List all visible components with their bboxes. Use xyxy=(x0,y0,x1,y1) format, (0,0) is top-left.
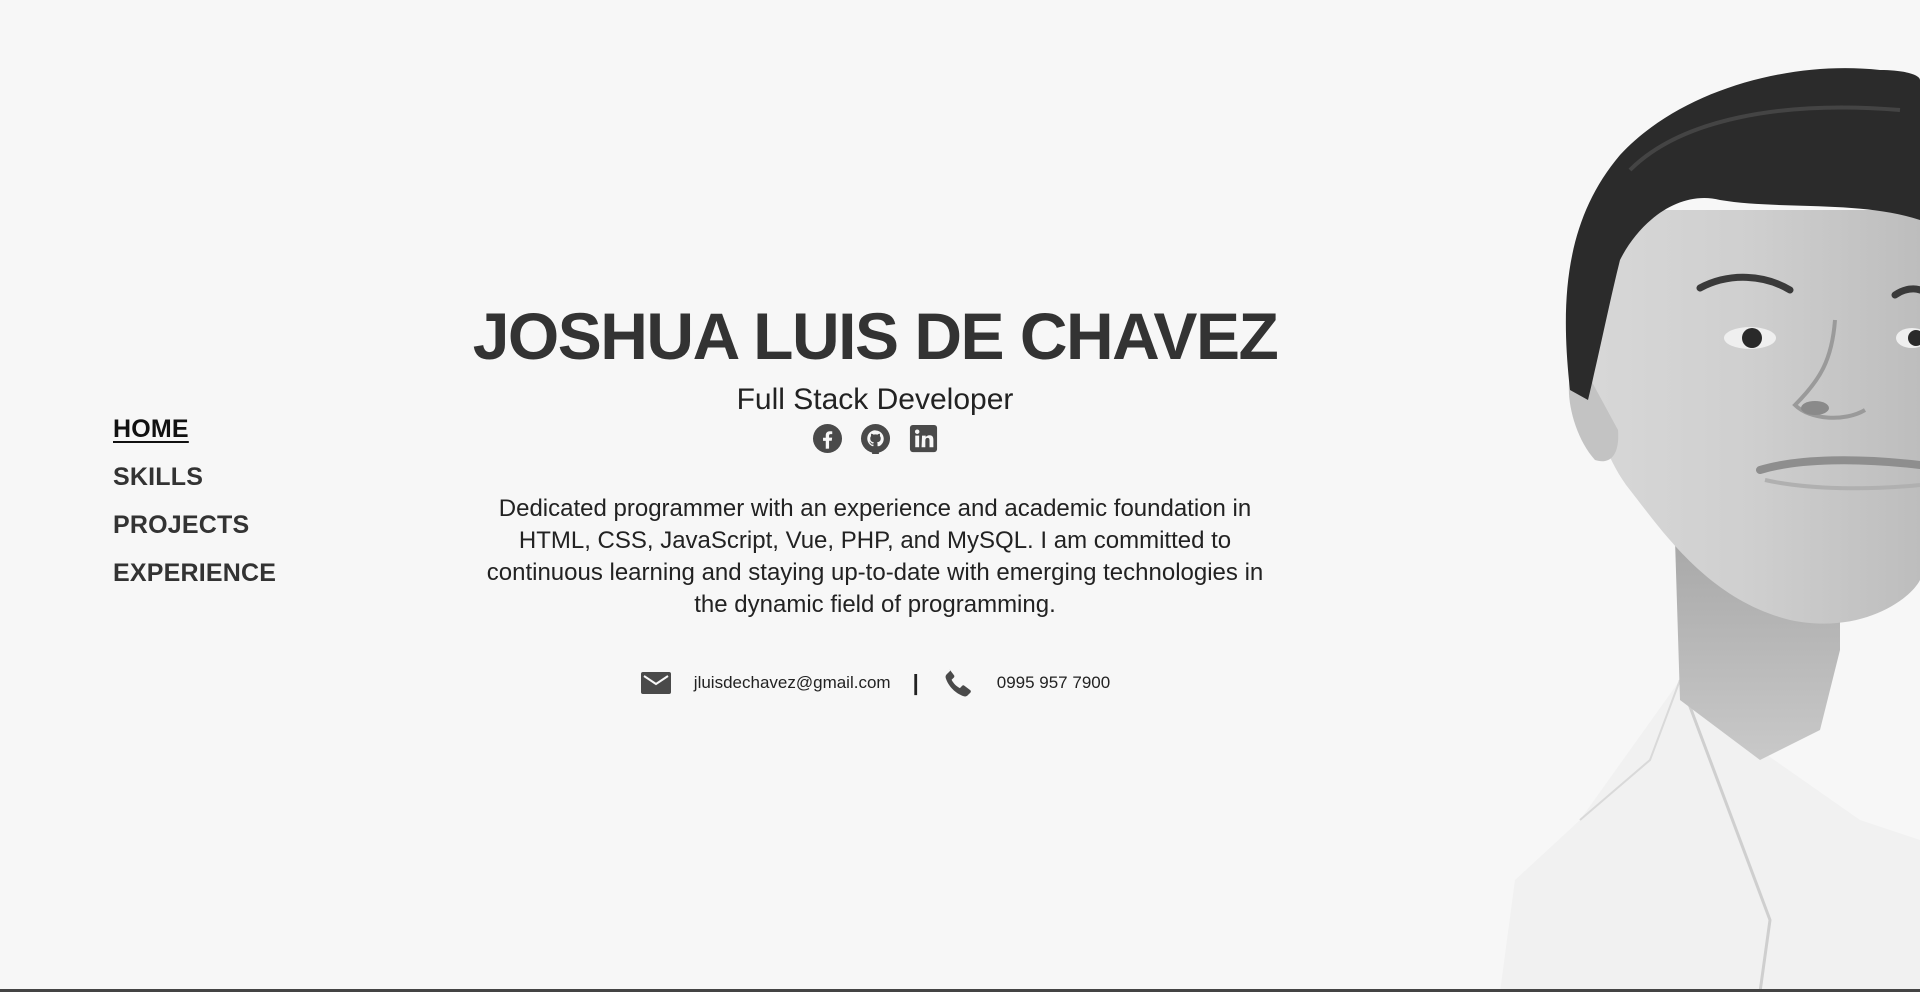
contact-email[interactable]: jluisdechavez@gmail.com xyxy=(694,673,891,693)
social-links xyxy=(460,421,1290,455)
mail-icon xyxy=(640,667,672,699)
nav-item-home[interactable]: HOME xyxy=(113,405,276,453)
facebook-icon[interactable] xyxy=(812,423,843,454)
hero-section: JOSHUA LUIS DE CHAVEZ Full Stack Develop… xyxy=(460,290,1290,699)
github-icon[interactable] xyxy=(860,423,891,454)
portrait-photo xyxy=(1460,60,1920,992)
page: HOME SKILLS PROJECTS EXPERIENCE JOSHUA L… xyxy=(0,0,1920,992)
nav-item-projects[interactable]: PROJECTS xyxy=(113,501,276,549)
contact-row: jluisdechavez@gmail.com | 0995 957 7900 xyxy=(460,667,1290,699)
side-nav: HOME SKILLS PROJECTS EXPERIENCE xyxy=(113,405,276,597)
contact-separator: | xyxy=(912,670,919,695)
nav-item-skills[interactable]: SKILLS xyxy=(113,453,276,501)
hero-role: Full Stack Developer xyxy=(736,383,1014,416)
linkedin-icon[interactable] xyxy=(908,423,939,454)
phone-icon xyxy=(943,667,975,699)
nav-item-experience[interactable]: EXPERIENCE xyxy=(113,549,276,597)
contact-phone[interactable]: 0995 957 7900 xyxy=(997,673,1110,693)
bio-paragraph: Dedicated programmer with an experience … xyxy=(486,495,1264,618)
hero-name: JOSHUA LUIS DE CHAVEZ xyxy=(472,299,1279,373)
